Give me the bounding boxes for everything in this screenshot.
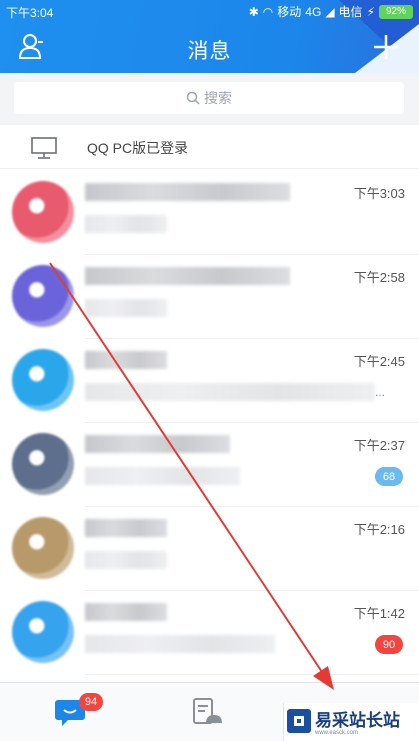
message-preview-pixelated [85,383,375,401]
message-preview-pixelated [85,215,167,233]
header-bar: 下午3:04 ✱ ◠ 移动 4G ◢ 电信 ⚡ 92% 消息 [0,0,419,73]
message-preview-pixelated [85,635,275,653]
monitor-icon [31,137,57,159]
wifi-icon: ◠ [262,4,274,19]
avatar[interactable] [12,265,74,327]
contact-name-pixelated [85,435,230,453]
contact-name-pixelated [85,519,167,537]
avatar[interactable] [12,433,74,495]
message-ellipsis: ... [374,385,385,399]
contact-name-pixelated [85,603,167,621]
search-input[interactable]: 搜索 [14,82,404,114]
battery-indicator: 92% [379,4,413,19]
contact-name-pixelated [85,183,290,201]
message-preview-pixelated [85,467,240,485]
avatar[interactable] [12,181,74,243]
watermark-sub: www.easck.com [315,730,359,736]
chat-time: 下午2:45 [353,354,405,369]
carrier1-label: 移动 [277,5,302,19]
watermark-logo [287,709,311,733]
avatar[interactable] [12,601,74,663]
avatar[interactable] [12,517,74,579]
chat-row[interactable]: 下午1:42 90 [0,591,419,675]
search-area: 搜索 [0,73,419,125]
search-placeholder: 搜索 [204,90,232,106]
bluetooth-icon: ✱ [248,4,259,19]
charging-icon: ⚡ [366,4,375,19]
chat-time: 下午3:03 [353,186,405,201]
chat-row[interactable]: 下午2:45... [0,339,419,423]
message-preview-pixelated [85,551,167,569]
pc-login-label: QQ PC版已登录 [87,140,189,156]
message-preview-pixelated [85,299,167,317]
chat-time: 下午2:37 [353,438,405,453]
unread-badge: 68 [375,467,403,486]
page-title: 消息 [187,40,232,63]
contact-name-pixelated [85,351,167,369]
status-time: 下午3:04 [6,6,54,20]
status-right: ✱ ◠ 移动 4G ◢ 电信 ⚡ 92% [249,3,413,20]
signal-icon: ◢ [325,4,335,19]
messages-unread-badge: 94 [79,693,103,711]
plus-icon[interactable] [373,34,399,60]
contact-name-pixelated [85,267,290,285]
chat-time: 下午1:42 [353,606,405,621]
pc-login-row[interactable]: QQ PC版已登录 [0,125,419,169]
chat-row[interactable]: 下午2:37 68 [0,423,419,507]
chat-row[interactable]: 下午2:58 [0,255,419,339]
chat-time: 下午2:58 [353,270,405,285]
chat-row[interactable]: 下午2:16 [0,507,419,591]
watermark-text: 易采站长站 [315,711,400,731]
unread-badge: 90 [375,635,403,654]
chat-time: 下午2:16 [353,522,405,537]
chat-row[interactable]: 下午3:03 [0,171,419,255]
row-divider [85,674,419,675]
watermark: 易采站长站 www.easck.com [283,703,419,741]
status-bar: 下午3:04 ✱ ◠ 移动 4G ◢ 电信 ⚡ 92% [0,0,419,22]
search-icon [186,91,200,105]
carrier2-label: 电信 [338,5,363,19]
network-label: 4G [305,4,322,19]
feed-icon[interactable] [192,697,226,727]
avatar[interactable] [12,349,74,411]
